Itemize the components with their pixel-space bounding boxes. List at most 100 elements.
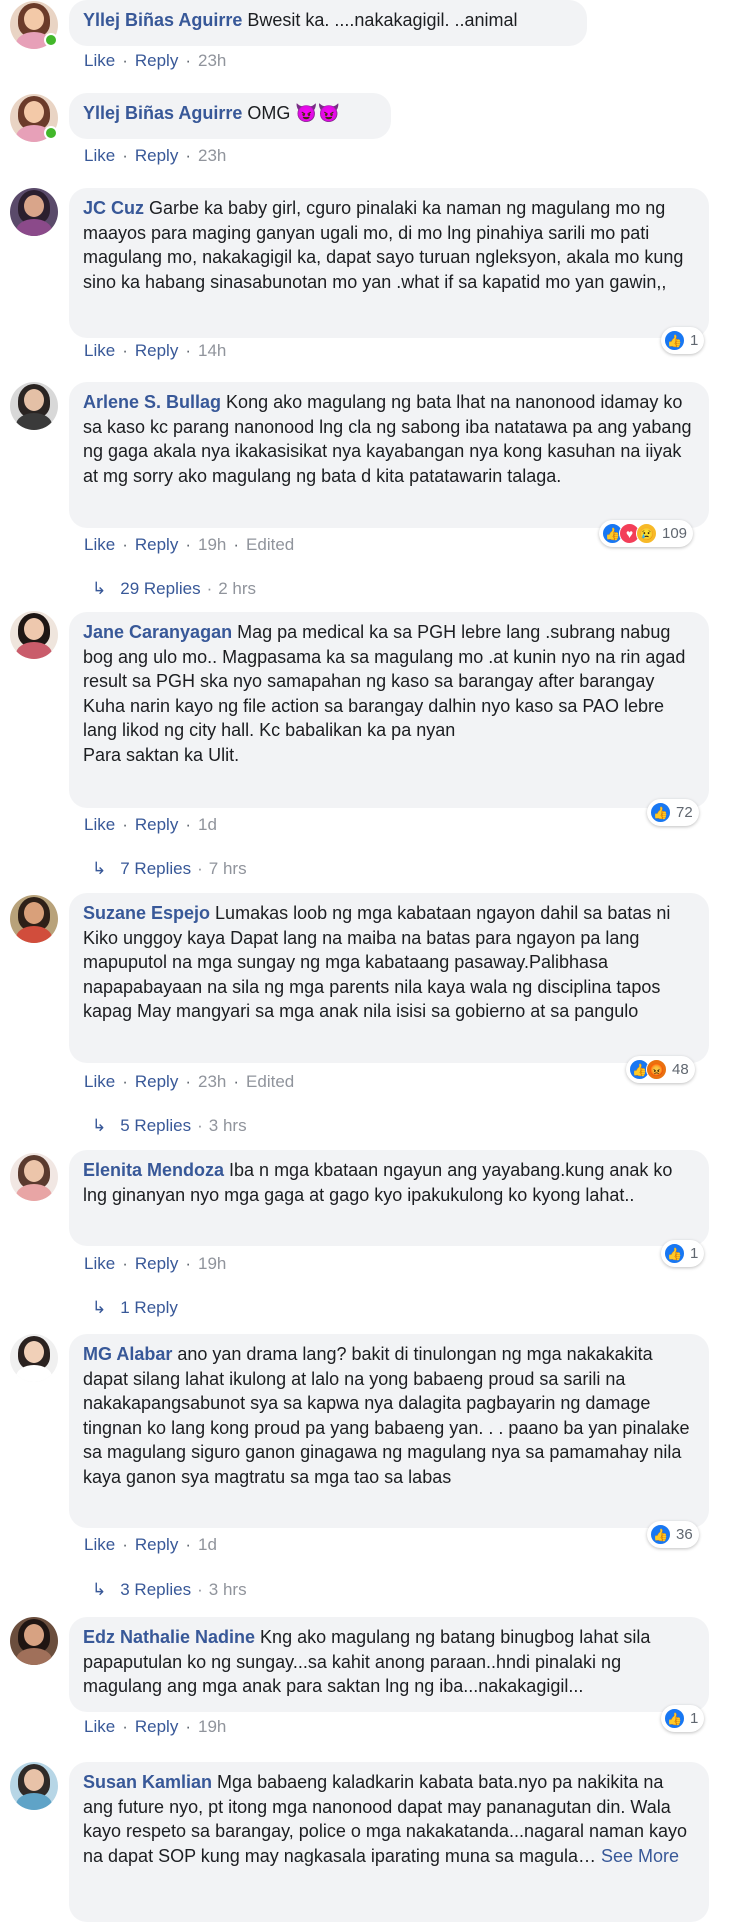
commenter-name[interactable]: Jane Caranyagan bbox=[83, 622, 232, 642]
reply-button[interactable]: Reply bbox=[135, 1535, 178, 1554]
avatar[interactable] bbox=[10, 188, 58, 236]
comment-time[interactable]: 19h bbox=[198, 535, 226, 554]
reply-arrow-icon: ↳ bbox=[92, 859, 107, 878]
reply-button[interactable]: Reply bbox=[135, 1072, 178, 1091]
comment-bubble: Edz Nathalie Nadine Kng ako magulang ng b… bbox=[69, 1617, 709, 1712]
edited-label[interactable]: Edited bbox=[246, 535, 294, 554]
reply-arrow-icon: ↳ bbox=[92, 579, 107, 598]
view-replies-link[interactable]: ↳ 1 Reply bbox=[92, 1298, 178, 1318]
commenter-name[interactable]: MG Alabar bbox=[83, 1344, 172, 1364]
reply-count: 3 Replies bbox=[120, 1580, 192, 1599]
comment-time[interactable]: 23h bbox=[198, 1072, 226, 1091]
commenter-name[interactable]: Yllej Biñas Aguirre bbox=[83, 103, 242, 123]
reaction-summary[interactable]: 👍 36 bbox=[647, 1521, 699, 1548]
comment-time[interactable]: 1d bbox=[198, 1535, 217, 1554]
comment-time[interactable]: 14h bbox=[198, 341, 226, 360]
comment-text: Mag pa medical ka sa PGH lebre lang .sub… bbox=[83, 622, 686, 765]
avatar[interactable] bbox=[10, 382, 58, 430]
comment-text: Garbe ka baby girl, cguro pinalaki ka na… bbox=[83, 198, 684, 292]
comment-text: Bwesit ka. ....nakakagigil. ..animal bbox=[247, 10, 518, 30]
reply-button[interactable]: Reply bbox=[135, 1717, 178, 1736]
comment-bubble: JC Cuz Garbe ka baby girl, cguro pinalaki… bbox=[69, 188, 709, 338]
like-button[interactable]: Like bbox=[84, 1072, 115, 1091]
comment-bubble: Yllej Biñas Aguirre OMG 😈😈 bbox=[69, 93, 391, 139]
comment-time[interactable]: 23h bbox=[198, 51, 226, 70]
comment-actions: Like · Reply · 19h bbox=[84, 1717, 227, 1736]
reply-button[interactable]: Reply bbox=[135, 1254, 178, 1273]
comment-actions: Like · Reply · 19h · Edited bbox=[84, 535, 295, 554]
comment-text: ano yan drama lang? bakit di tinulongan … bbox=[83, 1344, 690, 1487]
like-button[interactable]: Like bbox=[84, 1535, 115, 1554]
reply-arrow-icon: ↳ bbox=[92, 1580, 107, 1599]
like-button[interactable]: Like bbox=[84, 51, 115, 70]
commenter-name[interactable]: Edz Nathalie Nadine bbox=[83, 1627, 255, 1647]
like-reaction-icon: 👍 bbox=[650, 802, 671, 823]
like-button[interactable]: Like bbox=[84, 535, 115, 554]
reaction-summary[interactable]: 👍 1 bbox=[661, 1705, 705, 1732]
comment-actions: Like · Reply · 23h bbox=[84, 146, 227, 165]
commenter-name[interactable]: Elenita Mendoza bbox=[83, 1160, 224, 1180]
comment-bubble: Jane Caranyagan Mag pa medical ka sa PGH … bbox=[69, 612, 709, 808]
comment-actions: Like · Reply · 19h bbox=[84, 1254, 227, 1273]
comment-bubble: Susan Kamlian Mga babaeng kaladkarin kaba… bbox=[69, 1762, 709, 1922]
view-replies-link[interactable]: ↳ 29 Replies · 2 hrs bbox=[92, 579, 256, 599]
avatar[interactable] bbox=[10, 1617, 58, 1665]
commenter-name[interactable]: Arlene S. Bullag bbox=[83, 392, 221, 412]
commenter-name[interactable]: JC Cuz bbox=[83, 198, 144, 218]
comment-bubble: Arlene S. Bullag Kong ako magulang ng bat… bbox=[69, 382, 709, 528]
like-reaction-icon: 👍 bbox=[664, 1243, 685, 1264]
reply-time: 7 hrs bbox=[208, 859, 247, 878]
reaction-count: 36 bbox=[676, 1526, 693, 1543]
reaction-summary[interactable]: 👍 1 bbox=[661, 1240, 705, 1267]
commenter-name[interactable]: Suzane Espejo bbox=[83, 903, 210, 923]
like-button[interactable]: Like bbox=[84, 146, 115, 165]
reply-time: 3 hrs bbox=[208, 1116, 247, 1135]
comment-actions: Like · Reply · 23h · Edited bbox=[84, 1072, 295, 1091]
reaction-summary[interactable]: 👍 72 bbox=[647, 799, 699, 826]
view-replies-link[interactable]: ↳ 5 Replies · 3 hrs bbox=[92, 1116, 247, 1136]
reaction-count: 48 bbox=[672, 1061, 689, 1078]
comment-text: OMG 😈😈 bbox=[247, 103, 341, 123]
commenter-name[interactable]: Susan Kamlian bbox=[83, 1772, 212, 1792]
comment-time[interactable]: 1d bbox=[198, 815, 217, 834]
comment-bubble: Elenita Mendoza Iba n mga kbataan ngayun … bbox=[69, 1150, 709, 1246]
reaction-summary[interactable]: 👍 ♥ 😢 109 bbox=[599, 520, 694, 547]
like-button[interactable]: Like bbox=[84, 1717, 115, 1736]
like-reaction-icon: 👍 bbox=[664, 1708, 685, 1729]
like-button[interactable]: Like bbox=[84, 815, 115, 834]
commenter-name[interactable]: Yllej Biñas Aguirre bbox=[83, 10, 242, 30]
reaction-count: 109 bbox=[662, 525, 688, 542]
reaction-count: 72 bbox=[676, 804, 693, 821]
reaction-summary[interactable]: 👍 1 bbox=[661, 327, 705, 354]
avatar[interactable] bbox=[10, 1762, 58, 1810]
reaction-count: 1 bbox=[690, 1710, 699, 1727]
avatar[interactable] bbox=[10, 1153, 58, 1201]
comment-actions: Like · Reply · 23h bbox=[84, 51, 227, 70]
like-button[interactable]: Like bbox=[84, 1254, 115, 1273]
reply-button[interactable]: Reply bbox=[135, 51, 178, 70]
comment-actions: Like · Reply · 1d bbox=[84, 1535, 217, 1554]
like-reaction-icon: 👍 bbox=[664, 330, 685, 351]
view-replies-link[interactable]: ↳ 7 Replies · 7 hrs bbox=[92, 859, 247, 879]
reply-button[interactable]: Reply bbox=[135, 341, 178, 360]
online-status-icon bbox=[44, 126, 58, 140]
see-more-link[interactable]: See More bbox=[601, 1846, 679, 1866]
avatar[interactable] bbox=[10, 895, 58, 943]
comment-time[interactable]: 19h bbox=[198, 1254, 226, 1273]
avatar[interactable] bbox=[10, 1334, 58, 1382]
sad-reaction-icon: 😢 bbox=[636, 523, 657, 544]
reply-button[interactable]: Reply bbox=[135, 535, 178, 554]
reply-time: 3 hrs bbox=[208, 1580, 247, 1599]
edited-label[interactable]: Edited bbox=[246, 1072, 294, 1091]
comment-actions: Like · Reply · 1d bbox=[84, 815, 217, 834]
comment-time[interactable]: 23h bbox=[198, 146, 226, 165]
view-replies-link[interactable]: ↳ 3 Replies · 3 hrs bbox=[92, 1580, 247, 1600]
reaction-summary[interactable]: 👍 😡 48 bbox=[626, 1056, 695, 1083]
reply-button[interactable]: Reply bbox=[135, 815, 178, 834]
comment-time[interactable]: 19h bbox=[198, 1717, 226, 1736]
avatar[interactable] bbox=[10, 611, 58, 659]
reply-button[interactable]: Reply bbox=[135, 146, 178, 165]
online-status-icon bbox=[44, 33, 58, 47]
like-reaction-icon: 👍 bbox=[650, 1524, 671, 1545]
like-button[interactable]: Like bbox=[84, 341, 115, 360]
